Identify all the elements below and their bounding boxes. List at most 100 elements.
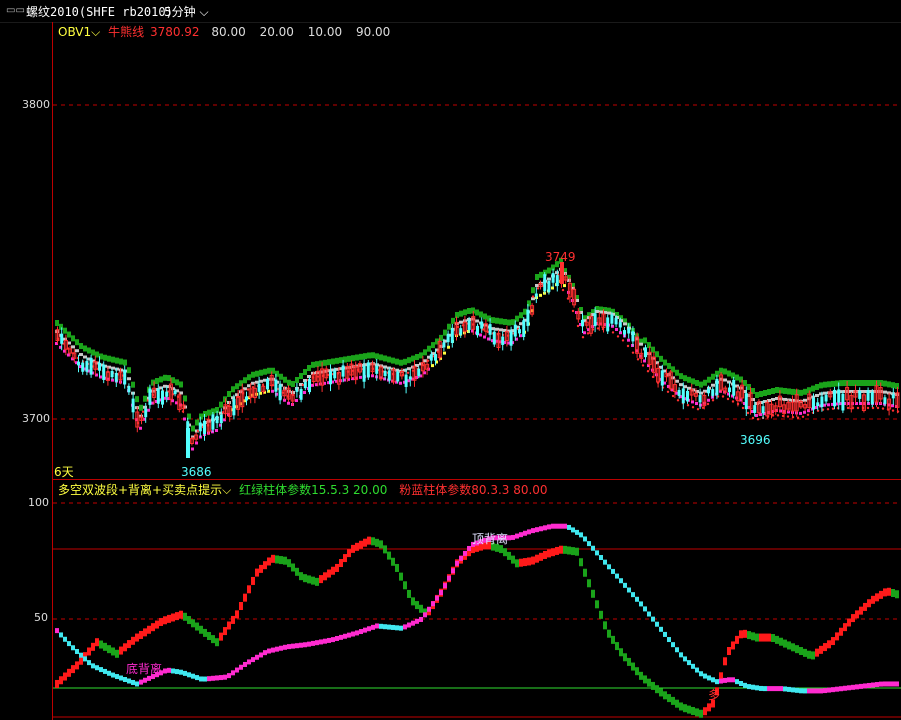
ma-band-yellow [215, 429, 218, 432]
bottom-divergence-label: 底背离 [126, 662, 163, 676]
osc-bar-pinkcyan [91, 663, 95, 669]
osc-bar-redgreen [595, 600, 599, 609]
candle-body [681, 388, 685, 404]
panel-separator[interactable] [53, 479, 901, 480]
candle-body [215, 415, 219, 424]
osc-bar-pinkcyan [199, 676, 203, 682]
osc-bar-redgreen [883, 588, 887, 597]
ma-band-green [703, 379, 707, 386]
osc-bar-pinkcyan [671, 642, 675, 648]
chart-canvas[interactable] [0, 0, 901, 720]
osc-bar-redgreen [619, 648, 623, 657]
ma-band-green [63, 327, 67, 334]
osc-bar-redgreen [135, 633, 139, 642]
candle-body [732, 379, 736, 396]
ma-band-green [731, 372, 735, 379]
candle-body [551, 273, 555, 283]
osc-bar-pinkcyan [619, 578, 623, 584]
candle-body [144, 408, 148, 418]
ma-band-green [695, 380, 699, 386]
osc-bar-pinkcyan [467, 545, 471, 551]
candle-body [522, 320, 526, 338]
osc-bar-redgreen [155, 620, 159, 629]
ma-band-green [519, 312, 523, 319]
osc-bar-redgreen [823, 643, 827, 652]
candle-body [543, 274, 547, 292]
osc-bar-redgreen [347, 549, 351, 558]
osc-bar-pinkcyan [627, 587, 631, 593]
osc-bar-pinkcyan [243, 661, 247, 667]
osc-bar-redgreen [507, 551, 511, 560]
osc-bar-pinkcyan [807, 688, 811, 694]
osc-bar-pinkcyan [587, 541, 591, 547]
osc-bar-redgreen [175, 612, 179, 621]
ma-band-white [395, 368, 399, 372]
osc-bar-redgreen [315, 577, 319, 586]
osc-bar-redgreen [875, 593, 879, 602]
ma-band-green [803, 388, 807, 395]
osc-bar-pinkcyan [511, 534, 515, 540]
osc-bar-pinkcyan [715, 679, 719, 685]
candle-body [362, 365, 366, 382]
osc-bar-redgreen [255, 568, 259, 577]
osc-bar-pinkcyan [543, 525, 547, 531]
candle-body [715, 378, 719, 396]
osc-bar-pinkcyan [827, 687, 831, 693]
osc-bar-redgreen [119, 646, 123, 655]
ma-band-yellow [139, 426, 142, 430]
osc-bar-redgreen [299, 572, 303, 581]
osc-bar-pinkcyan [247, 659, 251, 665]
osc-bar-pinkcyan [591, 545, 595, 551]
osc-bar-redgreen [163, 616, 167, 625]
ma-band-white [535, 284, 539, 287]
osc-bar-redgreen [59, 676, 63, 685]
ma-band-green [831, 380, 835, 387]
ma-band-green [131, 381, 135, 388]
ma-band-yellow [539, 293, 542, 297]
osc-bar-pinkcyan [171, 668, 175, 674]
ma-dotted-red [141, 410, 145, 413]
osc-bar-redgreen [215, 638, 219, 647]
sub-indicator-name[interactable]: 多空双波段+背离+买卖点提示 [58, 483, 222, 497]
osc-bar-pinkcyan [815, 688, 819, 694]
osc-bar-pinkcyan [411, 620, 415, 626]
osc-bar-redgreen [627, 657, 631, 666]
osc-bar-pinkcyan [295, 643, 299, 649]
osc-bar-pinkcyan [319, 639, 323, 645]
ma-band-green [347, 355, 351, 362]
ma-band-green [287, 379, 291, 386]
osc-bar-redgreen [699, 709, 703, 718]
osc-bar-pinkcyan [623, 582, 627, 588]
ma-dotted-red [831, 407, 835, 410]
osc-bar-redgreen [147, 625, 151, 634]
osc-bar-redgreen [835, 632, 839, 641]
osc-bar-pinkcyan [615, 573, 619, 579]
ma-band-green [243, 377, 247, 384]
osc-bar-redgreen [183, 612, 187, 621]
ma-band-green [423, 349, 427, 356]
sub-indicator-legend[interactable]: 多空双波段+背离+买卖点提示⌵ 红绿柱体参数15.5.3 20.00 粉蓝柱体参… [58, 481, 548, 498]
candle-body [383, 370, 387, 377]
ma-band-green [399, 359, 403, 366]
ma-band-green [859, 380, 863, 386]
ma-band-yellow [399, 381, 402, 385]
osc-bar-redgreen [375, 538, 379, 547]
candle-body [81, 362, 85, 372]
main-indicator-legend[interactable]: OBV1⌵ 牛熊线 3780.92 80.00 20.00 10.00 90.0… [58, 23, 390, 40]
osc-bar-pinkcyan [99, 667, 103, 673]
ma-band-green [179, 381, 183, 388]
osc-bar-redgreen [231, 615, 235, 624]
ma-band-green [103, 354, 107, 361]
osc-bar-redgreen [55, 679, 59, 688]
candle-body [110, 370, 114, 378]
osc-bar-pinkcyan [59, 632, 63, 638]
ma-band-green [707, 376, 711, 383]
osc-bar-redgreen [319, 575, 323, 584]
ma-band-yellow [359, 375, 362, 379]
osc-bar-redgreen [79, 656, 83, 665]
indicator-name[interactable]: OBV1 [58, 25, 91, 39]
osc-bar-pinkcyan [379, 623, 383, 629]
chevron-down-icon[interactable]: ⌵ [222, 483, 231, 497]
chevron-down-icon[interactable]: ⌵ [91, 25, 100, 39]
ma-dotted-red [691, 406, 695, 409]
